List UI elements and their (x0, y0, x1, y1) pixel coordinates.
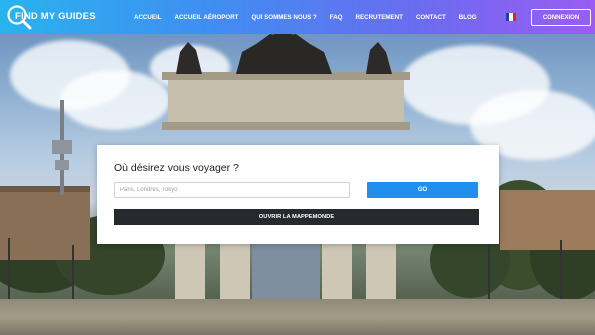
findmyguides-logo[interactable]: FIND MY GUIDES (6, 4, 96, 30)
logo-text: FIND MY GUIDES (15, 11, 96, 22)
search-card: Où désirez vous voyager ? GO OUVRIR LA M… (97, 145, 499, 244)
nav-item-recrutement[interactable]: RECRUTEMENT (356, 14, 403, 21)
open-world-map-button[interactable]: OUVRIR LA MAPPEMONDE (114, 209, 479, 225)
login-button[interactable]: CONNEXION (531, 9, 591, 26)
go-button[interactable]: GO (367, 182, 478, 198)
nav-item-qui-sommes-nous[interactable]: QUI SOMMES NOUS ? (251, 14, 316, 21)
destination-search-input[interactable] (114, 182, 350, 198)
nav-item-faq[interactable]: FAQ (330, 14, 343, 21)
nav-item-contact[interactable]: CONTACT (416, 14, 446, 21)
nav-item-blog[interactable]: BLOG (459, 14, 477, 21)
top-navbar: FIND MY GUIDES ACCUEIL ACCUEIL AÉROPORT … (0, 0, 595, 34)
france-flag-icon[interactable] (506, 13, 516, 21)
search-title: Où désirez vous voyager ? (114, 162, 239, 174)
main-menu: ACCUEIL ACCUEIL AÉROPORT QUI SOMMES NOUS… (134, 0, 490, 34)
nav-item-accueil[interactable]: ACCUEIL (134, 14, 162, 21)
nav-item-accueil-aeroport[interactable]: ACCUEIL AÉROPORT (175, 14, 239, 21)
